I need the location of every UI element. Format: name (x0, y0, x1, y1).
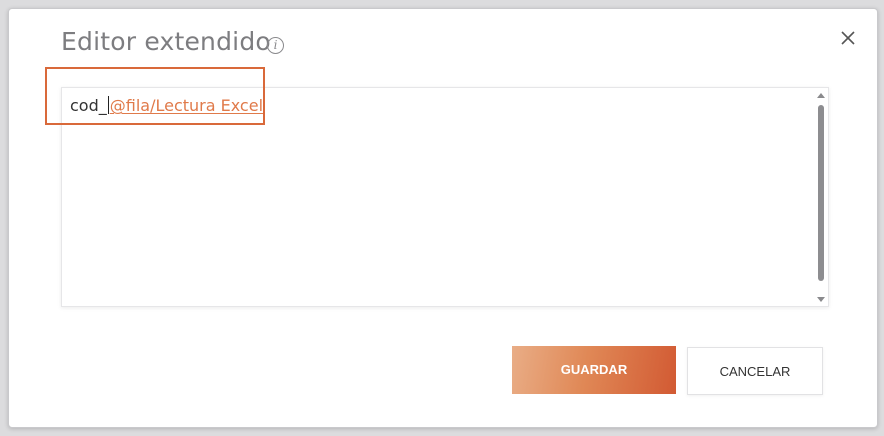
text-caret (107, 96, 109, 114)
save-button[interactable]: GUARDAR (512, 346, 676, 394)
scroll-up-arrow-icon[interactable] (817, 93, 825, 98)
editor-text: cod_ (70, 96, 107, 115)
dialog-title: Editor extendido (61, 27, 271, 56)
cancel-button[interactable]: CANCELAR (687, 347, 823, 395)
close-button[interactable] (837, 27, 859, 49)
expression-editor[interactable]: cod_ @fila/Lectura Excel (61, 87, 829, 307)
scroll-down-arrow-icon[interactable] (817, 297, 825, 302)
close-icon (841, 31, 855, 45)
extended-editor-dialog: Editor extendido i cod_ @fila/Lectura Exc… (8, 8, 878, 428)
info-icon[interactable]: i (267, 37, 284, 54)
editor-line[interactable]: cod_ @fila/Lectura Excel (70, 96, 263, 115)
editor-scrollbar[interactable] (816, 89, 826, 305)
scroll-thumb[interactable] (818, 105, 824, 281)
variable-token-link[interactable]: @fila/Lectura Excel (110, 96, 263, 115)
